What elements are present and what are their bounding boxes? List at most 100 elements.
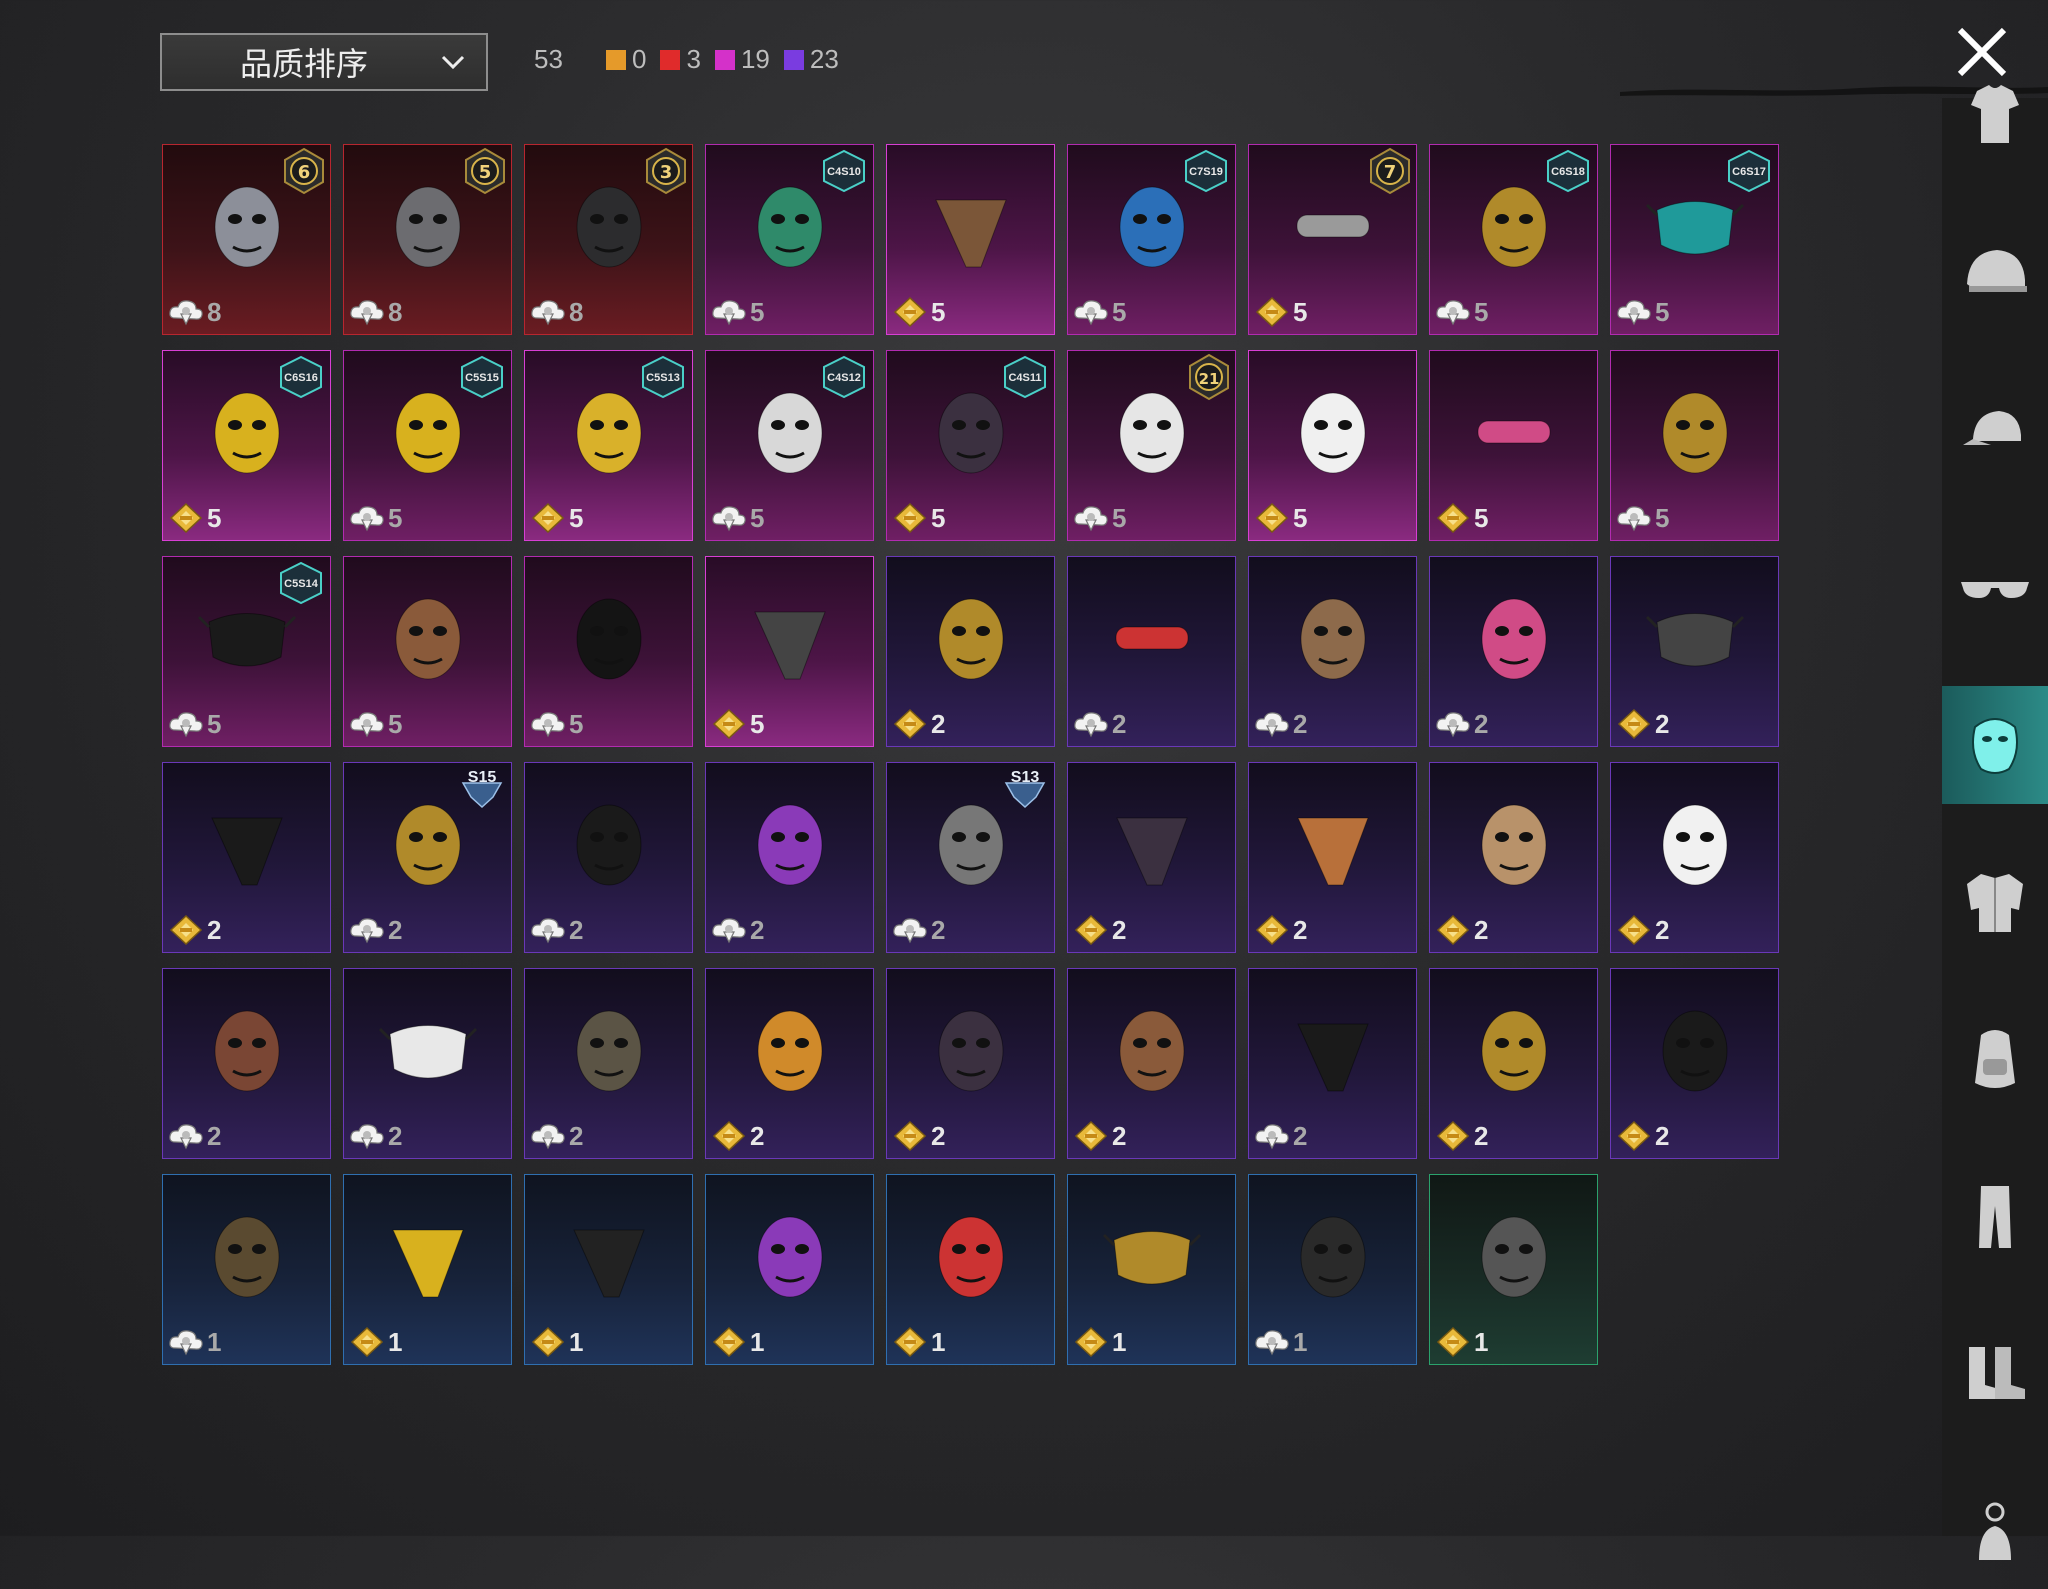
item-card[interactable]: 2 [162,968,331,1159]
item-cost-value: 8 [388,296,403,327]
kitsune-mask-icon [1300,392,1366,474]
item-cost-value: 5 [1293,296,1308,327]
item-card[interactable]: 38 [524,144,693,335]
uc-diamond-icon [169,502,203,534]
item-card[interactable]: 2 [1429,968,1598,1159]
item-card[interactable]: 5 [886,144,1055,335]
brown-bandana-icon [935,199,1007,268]
item-card[interactable]: 1 [705,1174,874,1365]
item-card[interactable]: 2 [1248,968,1417,1159]
bp-cloud-icon [1074,712,1108,738]
item-card[interactable]: C5S14 5 [162,556,331,747]
uc-diamond-icon [1436,1120,1470,1152]
item-card[interactable]: 2 [1429,762,1598,953]
item-card[interactable]: 2 [886,556,1055,747]
item-card[interactable]: 5 [705,556,874,747]
item-card[interactable]: 2 [1067,762,1236,953]
item-card[interactable]: 1 [162,1174,331,1365]
item-card[interactable]: 2 [524,762,693,953]
bp-cloud-icon [1074,506,1108,532]
category-tab[interactable] [1942,529,2048,647]
item-card[interactable]: C6S16 5 [162,350,331,541]
item-card[interactable]: C5S15 5 [343,350,512,541]
item-card[interactable]: 2 [1067,968,1236,1159]
item-card[interactable]: C4S10 5 [705,144,874,335]
category-tab[interactable] [1942,686,2048,804]
item-card[interactable]: 2 [1610,556,1779,747]
item-cost: 5 [1072,502,1126,534]
item-card[interactable]: 2 [162,762,331,953]
item-card[interactable]: 1 [343,1174,512,1365]
skull-cloth-mask-icon [1645,613,1745,667]
item-card[interactable]: C6S17 5 [1610,144,1779,335]
item-card[interactable]: S15 2 [343,762,512,953]
gold-print-face-mask-icon [1102,1231,1202,1285]
sort-dropdown[interactable]: 品质排序 [160,33,488,91]
item-card[interactable]: 1 [1248,1174,1417,1365]
category-tab[interactable] [1942,1157,2048,1275]
item-card[interactable]: 2 [705,968,874,1159]
leather-face-guard-icon [1119,1010,1185,1092]
item-card[interactable]: C5S13 5 [524,350,693,541]
item-card[interactable]: 2 [1610,762,1779,953]
uc-diamond-icon [1617,914,1651,946]
category-tab[interactable] [1942,1314,2048,1432]
item-card[interactable]: 2 [1248,762,1417,953]
bp-cloud-icon [531,1124,565,1150]
item-cost: 5 [1253,296,1307,328]
season-badge-icon: C5S14 [280,561,322,605]
item-card[interactable]: 1 [1429,1174,1598,1365]
item-card[interactable]: 21 5 [1067,350,1236,541]
item-card[interactable]: 5 [1610,350,1779,541]
category-tab[interactable] [1942,843,2048,961]
item-card[interactable]: 5 [524,556,693,747]
category-tab[interactable] [1942,1471,2048,1589]
bp-cloud-icon [531,300,565,326]
uc-diamond-icon [712,1120,746,1152]
item-card[interactable]: S13 2 [886,762,1055,953]
season-badge-text: S13 [1011,769,1040,786]
item-card[interactable]: 58 [343,144,512,335]
black-scarf-icon [1297,1023,1369,1092]
bp-cloud-icon [1255,1124,1289,1150]
item-card[interactable]: 2 [1610,968,1779,1159]
item-card[interactable]: 2 [343,968,512,1159]
category-tab[interactable] [1942,372,2048,490]
item-cost: 2 [1072,1120,1126,1152]
item-card[interactable]: 5 [1248,350,1417,541]
category-tab[interactable] [1942,1000,2048,1118]
season-badge-icon: C5S13 [642,355,684,399]
item-card[interactable]: 1 [886,1174,1055,1365]
item-card[interactable]: 1 [524,1174,693,1365]
item-cost-value: 2 [931,914,946,945]
level-badge-icon: 7 [1370,147,1410,195]
item-cost: 2 [1434,1120,1488,1152]
item-card[interactable]: C6S18 5 [1429,144,1598,335]
category-tab[interactable] [1942,58,2048,176]
item-card[interactable]: 2 [705,762,874,953]
item-cost-value: 5 [207,708,222,739]
item-card[interactable]: 1 [1067,1174,1236,1365]
item-card[interactable]: C4S12 5 [705,350,874,541]
item-card[interactable]: 2 [1067,556,1236,747]
item-card[interactable]: 2 [886,968,1055,1159]
category-tab[interactable] [1942,215,2048,333]
leather-beak-mask-icon [395,598,461,680]
item-card[interactable]: 68 [162,144,331,335]
item-cost: 5 [529,502,583,534]
item-card[interactable]: 5 [343,556,512,747]
uc-diamond-icon [350,1326,384,1358]
item-cost: 5 [710,502,764,534]
item-card[interactable]: 5 [1429,350,1598,541]
tier-count: 3 [660,44,701,75]
item-card[interactable]: C7S19 5 [1067,144,1236,335]
item-card[interactable]: C4S11 5 [886,350,1055,541]
item-cost: 1 [529,1326,583,1358]
item-card[interactable]: 75 [1248,144,1417,335]
item-card[interactable]: 2 [1248,556,1417,747]
season-badge-icon: S13 [1004,769,1046,809]
item-card[interactable]: 2 [524,968,693,1159]
plaid-bandana-icon [1297,817,1369,886]
total-count: 53 [534,44,563,74]
item-card[interactable]: 2 [1429,556,1598,747]
